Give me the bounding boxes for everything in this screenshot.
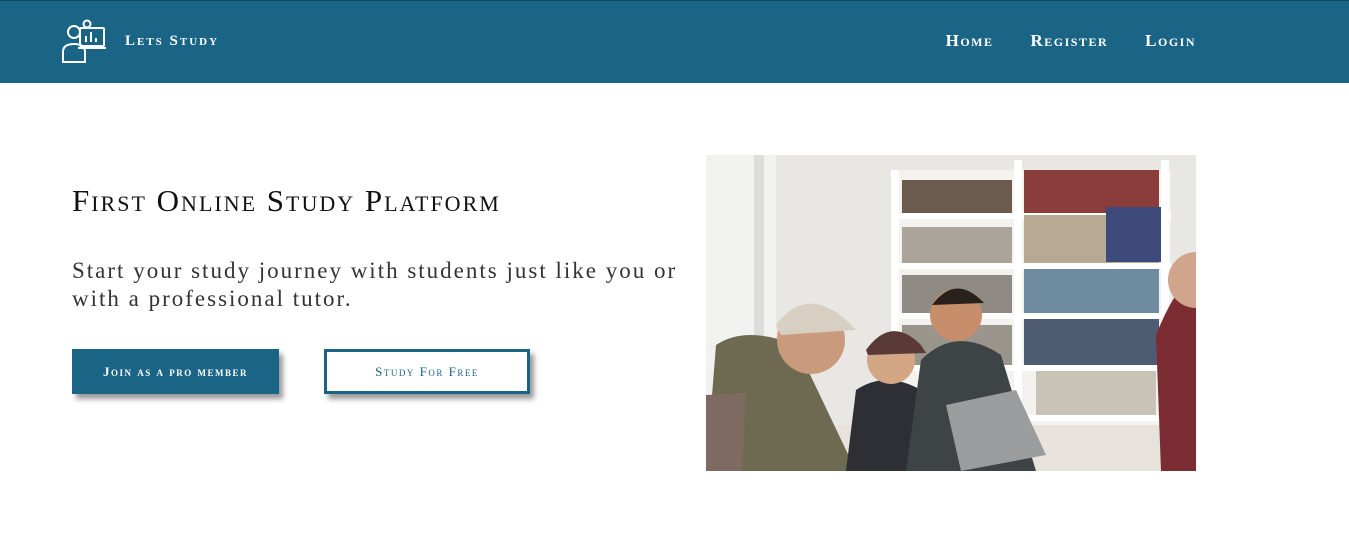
hero-subtitle: Start your study journey with students j… [72, 258, 678, 311]
brand-name: Lets Study [125, 32, 220, 49]
hero-photo [706, 155, 1196, 471]
tutor-screen-icon [60, 18, 108, 64]
hero-title: First Online Study Platform [72, 183, 501, 218]
brand[interactable]: Lets Study [60, 18, 219, 64]
join-pro-member-button[interactable]: Join as a pro member [72, 349, 279, 394]
main-nav: Home Register Login [946, 31, 1196, 51]
nav-login-link[interactable]: Login [1145, 31, 1196, 51]
study-for-free-button[interactable]: Study For Free [324, 349, 530, 394]
top-navbar: Lets Study Home Register Login [0, 0, 1349, 83]
nav-home-link[interactable]: Home [946, 31, 994, 51]
nav-register-link[interactable]: Register [1031, 31, 1109, 51]
